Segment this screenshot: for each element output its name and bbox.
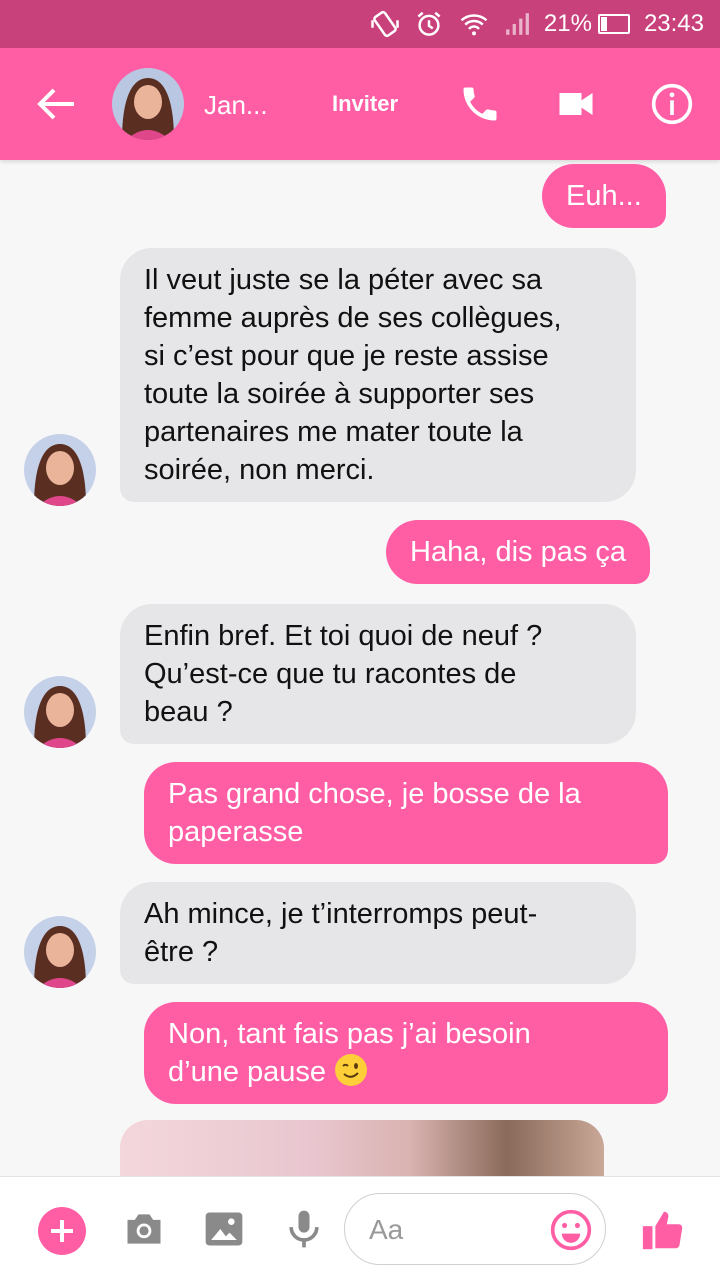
call-button[interactable] [458, 82, 502, 126]
message-line: partenaires me mater toute la [144, 416, 523, 448]
plus-icon [38, 1207, 86, 1255]
message-line: Il veut juste se la péter avec sa [144, 264, 543, 296]
message-line: Qu’est-ce que tu racontes de [144, 658, 517, 690]
message-bubble-incoming[interactable]: Enfin bref. Et toi quoi de neuf ? Qu’est… [120, 604, 636, 744]
message-bubble-outgoing[interactable]: Haha, dis pas ça [386, 520, 651, 584]
alarm-icon [414, 9, 444, 39]
message-text: Haha, dis pas ça [410, 536, 627, 568]
message-line: d’une pause [168, 1056, 327, 1088]
message-line: beau ? [144, 696, 233, 728]
message-line: toute la soirée à supporter ses [144, 378, 535, 410]
sender-avatar[interactable] [24, 434, 96, 506]
wifi-icon [458, 9, 490, 39]
message-input[interactable] [369, 1212, 539, 1248]
message-line: Ah mince, je t’interromps peut- [144, 898, 538, 930]
message-line: Enfin bref. Et toi quoi de neuf ? [144, 620, 543, 652]
voice-message-button[interactable] [282, 1207, 326, 1251]
camera-icon [127, 1214, 161, 1244]
back-arrow-icon [37, 88, 74, 120]
message-line: si c’est pour que je reste assise [144, 340, 549, 372]
microphone-icon [289, 1210, 319, 1248]
image-message[interactable] [120, 1120, 604, 1176]
info-button[interactable] [650, 82, 694, 126]
battery-indicator: 21% [544, 10, 630, 38]
composer-bar [0, 1176, 720, 1280]
sender-avatar[interactable] [24, 676, 96, 748]
more-actions-button[interactable] [38, 1207, 86, 1255]
message-line: soirée, non merci. [144, 454, 375, 486]
signal-icon [504, 9, 530, 39]
like-button[interactable] [640, 1207, 684, 1251]
message-bubble-incoming[interactable]: Il veut juste se la péter avec sa femme … [120, 248, 636, 502]
chat-header: Jan... Inviter [0, 48, 720, 160]
message-line: Pas grand chose, je bosse de la [168, 778, 581, 810]
message-bubble-outgoing[interactable]: Euh... [542, 164, 666, 228]
contact-avatar[interactable] [112, 68, 184, 140]
camera-button[interactable] [122, 1207, 166, 1251]
message-line: femme auprès de ses collègues, [144, 302, 562, 334]
phone-icon [463, 87, 497, 121]
message-thread[interactable]: Euh... Il veut juste se la péter avec sa… [0, 160, 720, 1176]
info-icon [651, 83, 693, 125]
message-line: être ? [144, 936, 219, 968]
invite-button[interactable]: Inviter [332, 91, 398, 117]
video-camera-icon [559, 93, 593, 115]
back-button[interactable] [36, 86, 76, 122]
message-line: paperasse [168, 816, 304, 848]
battery-percent: 21% [543, 10, 592, 37]
gallery-button[interactable] [202, 1207, 246, 1251]
message-bubble-incoming[interactable]: Ah mince, je t’interromps peut- être ? [120, 882, 636, 984]
emoji-button[interactable] [549, 1208, 593, 1252]
vibrate-icon [370, 9, 400, 39]
image-icon [205, 1212, 243, 1246]
clock: 23:43 [643, 10, 704, 37]
thumbs-up-icon [642, 1211, 683, 1250]
wink-emoji-icon [335, 1054, 368, 1086]
smiley-icon [550, 1209, 592, 1251]
message-line: Non, tant fais pas j’ai besoin [168, 1018, 531, 1050]
message-text: Euh... [566, 180, 642, 212]
contact-name[interactable]: Jan... [204, 90, 268, 121]
sender-avatar[interactable] [24, 916, 96, 988]
message-bubble-outgoing[interactable]: Pas grand chose, je bosse de la paperass… [144, 762, 668, 864]
battery-icon [597, 14, 630, 34]
video-call-button[interactable] [554, 82, 598, 126]
message-bubble-outgoing[interactable]: Non, tant fais pas j’ai besoin d’une pau… [144, 1002, 668, 1104]
message-input-box[interactable] [344, 1193, 606, 1265]
status-bar: 21% 23:43 [0, 0, 720, 48]
